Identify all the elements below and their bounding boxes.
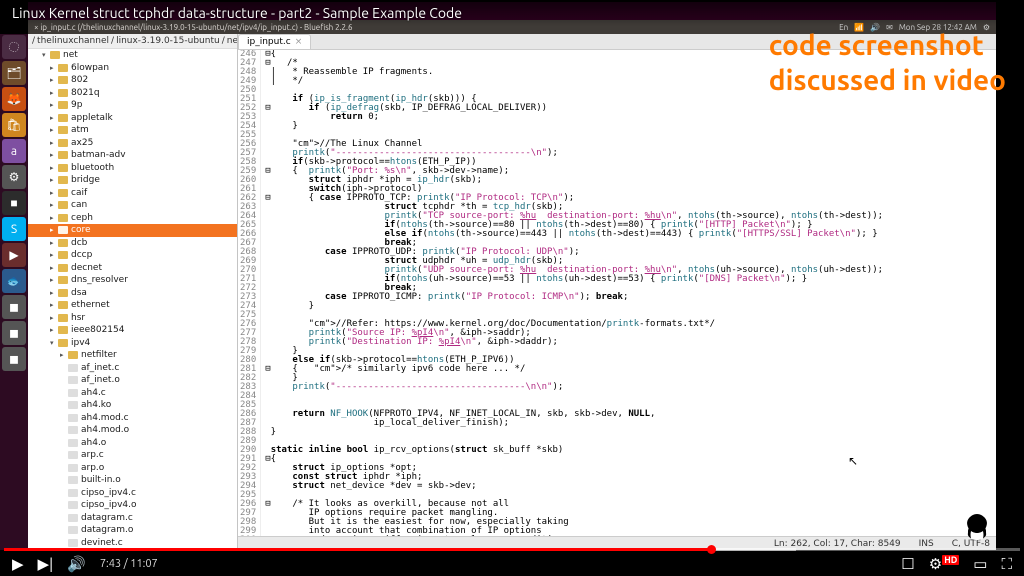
subtitles-button[interactable]: ☐ [901,555,914,573]
code-viewport[interactable]: 2462472482492502512522532542552562572582… [238,50,996,536]
bluefish-editor: / thelinuxchannel/ linux-3.19.0-15-ubunt… [28,34,996,550]
folder-item[interactable]: ▸9p [28,99,237,112]
tux-watermark [966,514,988,540]
folder-item[interactable]: ▸bluetooth [28,162,237,175]
app-icon[interactable]: ◼ [2,321,26,345]
volume-icon[interactable]: 🔊 [67,555,86,573]
breadcrumb-root[interactable]: / [32,36,35,46]
folder-item[interactable]: ▸dcb [28,237,237,250]
folder-item[interactable]: ▸bridge [28,174,237,187]
firefox-icon[interactable]: 🦊 [2,87,26,111]
folder-item[interactable]: ▾ipv4 [28,337,237,350]
app-icon[interactable]: ◼ [2,347,26,371]
file-item[interactable]: built-in.o [28,474,237,487]
next-button[interactable]: ▶| [38,555,54,573]
tab-ip-input[interactable]: ip_input.c × [238,34,311,49]
file-item[interactable]: ah4.c [28,387,237,400]
folder-item[interactable]: ▸dsa [28,287,237,300]
file-item[interactable]: datagram.c [28,512,237,525]
video-title: Linux Kernel struct tcphdr data-structur… [12,5,462,21]
folder-item[interactable]: ▸hsr [28,312,237,325]
app-icon[interactable]: ◼ [2,295,26,319]
file-tree[interactable]: ▾net▸6lowpan▸802▸8021q▸9p▸appletalk▸atm▸… [28,49,237,550]
amazon-icon[interactable]: a [2,139,26,163]
folder-item[interactable]: ▸dccp [28,249,237,262]
folder-item[interactable]: ▸core [28,224,237,237]
folder-item[interactable]: ▸ax25 [28,137,237,150]
file-item[interactable]: af_inet.c [28,362,237,375]
skype-icon[interactable]: S [2,217,26,241]
file-item[interactable]: ah4.o [28,437,237,450]
settings-icon[interactable]: ⚙ [2,165,26,189]
video-player-controls[interactable]: ▶ ▶| 🔊 7:43 / 11:07 ☐ ⚙HD ▭ ⛶ [0,548,1024,576]
fullscreen-button[interactable]: ⛶ [1001,555,1012,573]
file-item[interactable]: ah4.mod.c [28,412,237,425]
file-item[interactable]: arp.o [28,462,237,475]
folder-item[interactable]: ▸6lowpan [28,62,237,75]
close-icon[interactable]: × [295,37,303,47]
folder-item[interactable]: ▸decnet [28,262,237,275]
dash-icon[interactable]: ◌ [2,35,26,59]
folder-item[interactable]: ▸appletalk [28,112,237,125]
source-text[interactable]: ⊟{⊟ /* | * Reassemble IP fragments. | */… [261,50,996,536]
status-encoding: C, UTF-8 [952,539,990,549]
overlay-annotation: code screenshot discussed in video [769,28,1006,98]
file-item[interactable]: cipso_ipv4.c [28,487,237,500]
line-gutter: 2462472482492502512522532542552562572582… [238,50,261,536]
file-item[interactable]: af_inet.o [28,374,237,387]
time-display: 7:43 / 11:07 [100,558,158,570]
terminal-icon[interactable]: ■ [2,191,26,215]
status-position: Ln: 262, Col: 17, Char: 8549 [774,539,901,549]
folder-item[interactable]: ▸dns_resolver [28,274,237,287]
folder-item[interactable]: ▸802 [28,74,237,87]
unity-launcher[interactable]: ◌ 🗂 🦊 🛍 a ⚙ ■ S ▶ 🐟 ◼ ◼ ◼ [0,34,28,550]
folder-item[interactable]: ▸ethernet [28,299,237,312]
folder-item[interactable]: ▸ceph [28,212,237,225]
file-item[interactable]: cipso_ipv4.o [28,499,237,512]
folder-item[interactable]: ▾net [28,49,237,62]
folder-item[interactable]: ▸can [28,199,237,212]
file-item[interactable]: ah4.ko [28,399,237,412]
file-browser-pane[interactable]: / thelinuxchannel/ linux-3.19.0-15-ubunt… [28,34,238,550]
breadcrumb[interactable]: / thelinuxchannel/ linux-3.19.0-15-ubunt… [28,34,237,49]
software-icon[interactable]: 🛍 [2,113,26,137]
folder-item[interactable]: ▸8021q [28,87,237,100]
bluefish-icon[interactable]: 🐟 [2,269,26,293]
folder-item[interactable]: ▸atm [28,124,237,137]
folder-item[interactable]: ▸netfilter [28,349,237,362]
file-item[interactable]: arp.c [28,449,237,462]
files-icon[interactable]: 🗂 [2,61,26,85]
status-mode: INS [919,539,934,549]
theater-button[interactable]: ▭ [973,555,987,573]
file-item[interactable]: ah4.mod.o [28,424,237,437]
folder-item[interactable]: ▸caif [28,187,237,200]
settings-gear-icon[interactable]: ⚙HD [929,555,960,573]
folder-item[interactable]: ▸batman-adv [28,149,237,162]
tab-label: ip_input.c [247,37,291,47]
video-icon[interactable]: ▶ [2,243,26,267]
mouse-cursor-icon: ↖ [848,454,858,468]
progress-bar[interactable] [4,548,1020,551]
file-item[interactable]: datagram.o [28,524,237,537]
play-button[interactable]: ▶ [12,555,24,573]
folder-item[interactable]: ▸ieee802154 [28,324,237,337]
